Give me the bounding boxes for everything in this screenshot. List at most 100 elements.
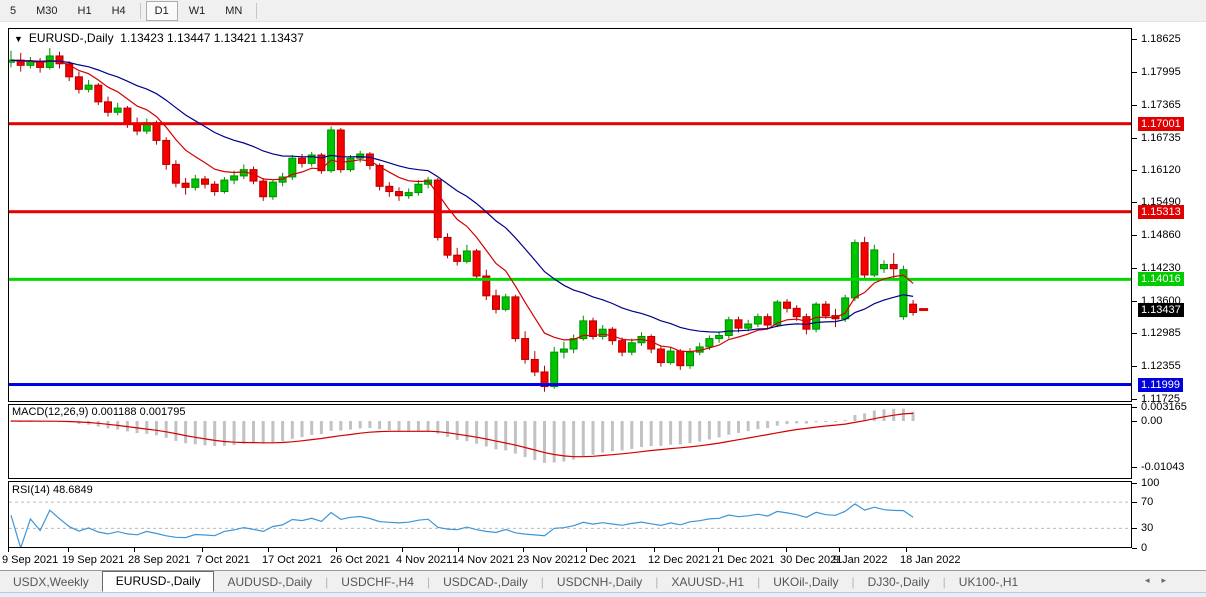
axis-tick [1132, 268, 1137, 269]
price-axis-label: 1.12355 [1141, 360, 1181, 372]
last-price-marker [919, 308, 928, 311]
price-badge: 1.14016 [1138, 272, 1184, 286]
chart-tab-xauusd-h1[interactable]: XAUUSD-,H1 [658, 573, 757, 591]
date-tick [268, 548, 269, 552]
chart-tab-usdcad-daily[interactable]: USDCAD-,Daily [430, 573, 541, 591]
price-axis-label: 1.16735 [1141, 132, 1181, 144]
date-tick [336, 548, 337, 552]
axis-tick [1132, 333, 1137, 334]
tf-button-h4[interactable]: H4 [103, 1, 135, 21]
window-edge [0, 592, 1206, 597]
tf-button-5[interactable]: 5 [1, 1, 25, 21]
axis-tick [1132, 170, 1137, 171]
tf-button-mn[interactable]: MN [216, 1, 251, 21]
date-axis[interactable]: 9 Sep 202119 Sep 202128 Sep 20217 Oct 20… [0, 548, 1206, 570]
axis-tick [1132, 105, 1137, 106]
rsi-canvas [9, 482, 1131, 547]
date-label: 12 Dec 2021 [648, 554, 710, 566]
macd-signal-line [11, 413, 913, 456]
chart-tab-audusd-daily[interactable]: AUDUSD-,Daily [214, 573, 325, 591]
tf-button-m30[interactable]: M30 [27, 1, 66, 21]
chart-tab-bar: USDX,WeeklyEURUSD-,DailyAUDUSD-,Daily|US… [0, 570, 1206, 592]
axis-tick [1132, 528, 1137, 529]
main-chart-panel[interactable] [8, 28, 1132, 402]
quote-ohlc-label: 1.13423 1.13447 1.13421 1.13437 [120, 31, 304, 45]
axis-tick [1132, 421, 1137, 422]
date-label: 21 Dec 2021 [712, 554, 774, 566]
price-axis-label: 0.00 [1141, 415, 1162, 427]
price-axis[interactable]: 1.186251.179951.173651.167351.161201.154… [1132, 28, 1206, 570]
candlestick-canvas[interactable] [9, 29, 1131, 401]
tf-button-w1[interactable]: W1 [180, 1, 215, 21]
rsi-panel[interactable] [8, 481, 1132, 548]
tf-button-d1[interactable]: D1 [146, 1, 178, 21]
date-label: 23 Nov 2021 [517, 554, 579, 566]
date-tick [458, 548, 459, 552]
chart-dropdown-icon[interactable]: ▼ [14, 34, 23, 44]
price-axis-label: 1.17995 [1141, 66, 1181, 78]
date-label: 9 Sep 2021 [2, 554, 58, 566]
axis-tick [1132, 202, 1137, 203]
rsi-indicator-label: RSI(14) 48.6849 [12, 484, 93, 496]
date-tick [654, 548, 655, 552]
date-label: 28 Sep 2021 [128, 554, 190, 566]
price-axis-label: 1.12985 [1141, 327, 1181, 339]
axis-tick [1132, 301, 1137, 302]
toolbar-separator [140, 3, 141, 19]
chart-tab-eurusd-daily[interactable]: EURUSD-,Daily [102, 571, 215, 592]
axis-tick [1132, 407, 1137, 408]
chart-tab-usdx-weekly[interactable]: USDX,Weekly [0, 573, 102, 591]
date-tick [68, 548, 69, 552]
tab-scroll-right-icon[interactable]: ▸ [1161, 575, 1178, 585]
date-label: 4 Nov 2021 [396, 554, 452, 566]
moving-average-21 [11, 60, 913, 332]
chart-tab-usdchf-h4[interactable]: USDCHF-,H4 [328, 573, 427, 591]
date-label: 19 Sep 2021 [62, 554, 124, 566]
candles [9, 48, 917, 392]
price-badge: 1.11999 [1138, 378, 1183, 392]
price-axis-label: 1.18625 [1141, 33, 1181, 45]
tf-button-h1[interactable]: H1 [69, 1, 101, 21]
date-tick [523, 548, 524, 552]
chart-tab-usdcnh-daily[interactable]: USDCNH-,Daily [544, 573, 655, 591]
axis-tick [1132, 72, 1137, 73]
chart-tab-uk100-h1[interactable]: UK100-,H1 [946, 573, 1031, 591]
axis-tick [1132, 138, 1137, 139]
date-tick [8, 548, 9, 552]
axis-tick [1132, 502, 1137, 503]
axis-tick [1132, 235, 1137, 236]
axis-tick [1132, 39, 1137, 40]
price-badge: 1.17001 [1138, 117, 1184, 131]
price-axis-label: 1.14860 [1141, 229, 1181, 241]
axis-tick [1132, 467, 1137, 468]
macd-indicator-label: MACD(12,26,9) 0.001188 0.001795 [12, 406, 185, 418]
terminal-window: 5M30H1H4 D1W1MN ▼ EURUSD-,Daily 1.13423 1.… [0, 0, 1206, 597]
date-label: 18 Jan 2022 [900, 554, 961, 566]
price-badge: 1.13437 [1138, 303, 1184, 317]
axis-tick [1132, 399, 1137, 400]
tab-scroll-arrows[interactable]: ◂▸ [1145, 575, 1178, 586]
date-label: 14 Nov 2021 [452, 554, 514, 566]
date-label: 2 Dec 2021 [580, 554, 636, 566]
rsi-line [11, 504, 913, 547]
timeframe-toolbar: 5M30H1H4 D1W1MN [0, 0, 1206, 22]
date-tick [586, 548, 587, 552]
date-tick [134, 548, 135, 552]
price-axis-label: 70 [1141, 496, 1153, 508]
axis-tick [1132, 483, 1137, 484]
price-axis-label: 30 [1141, 522, 1153, 534]
tab-scroll-left-icon[interactable]: ◂ [1145, 575, 1162, 585]
price-axis-label: -0.01043 [1141, 461, 1184, 473]
axis-tick [1132, 366, 1137, 367]
chart-tab-dj30-daily[interactable]: DJ30-,Daily [855, 573, 943, 591]
date-tick [839, 548, 840, 552]
date-tick [906, 548, 907, 552]
date-label: 17 Oct 2021 [262, 554, 322, 566]
date-label: 26 Oct 2021 [330, 554, 390, 566]
symbol-period-label: EURUSD-,Daily [29, 31, 114, 45]
price-badge: 1.15313 [1138, 205, 1184, 219]
date-tick [786, 548, 787, 552]
toolbar-separator [256, 3, 257, 19]
chart-tab-ukoil-daily[interactable]: UKOil-,Daily [760, 573, 851, 591]
price-axis-label: 0.003165 [1141, 401, 1187, 413]
